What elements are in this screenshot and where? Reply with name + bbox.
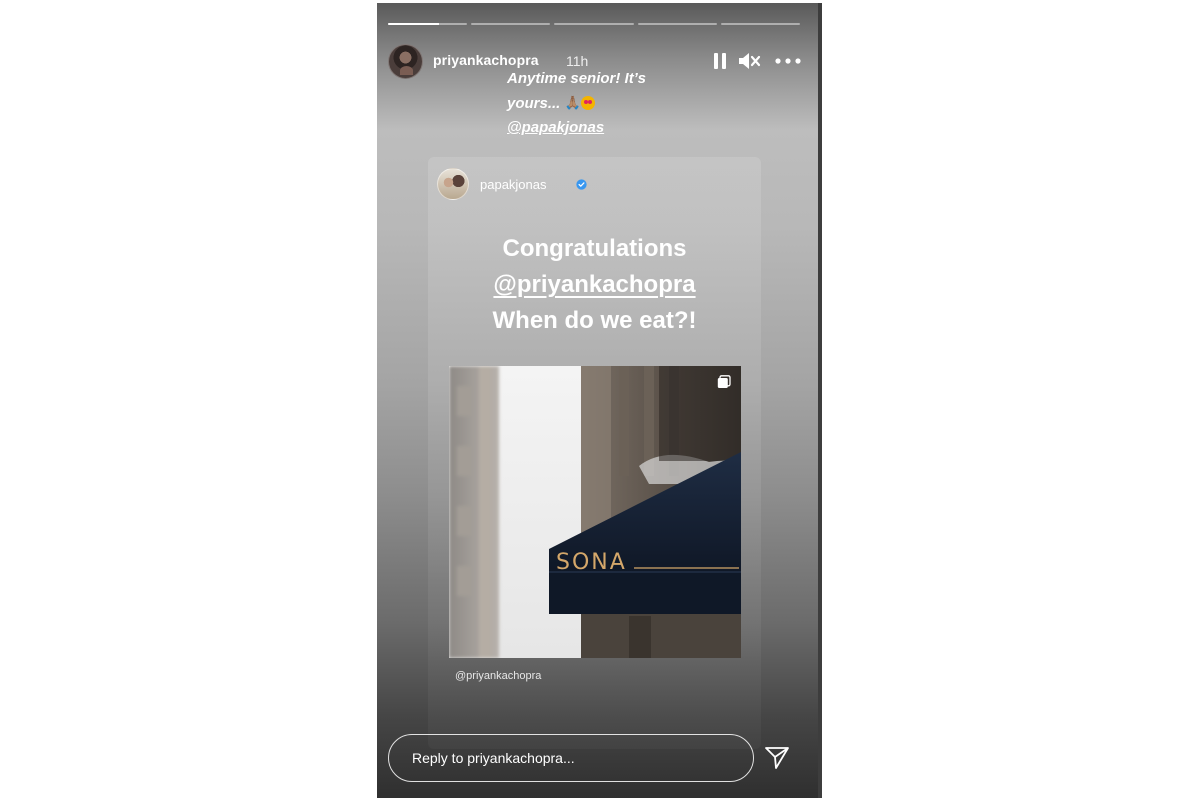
story-author-avatar[interactable]: [388, 44, 423, 79]
reshared-author-avatar[interactable]: [437, 168, 469, 200]
caption-line-2-text: yours...: [507, 95, 561, 112]
caption-line-2: yours... 🙏🏽: [507, 91, 646, 116]
story-author-username[interactable]: priyankachopra: [433, 52, 539, 68]
speaker-muted-icon[interactable]: [737, 50, 761, 72]
story-edge: [818, 3, 822, 798]
send-icon[interactable]: [764, 746, 790, 770]
reshared-text-mention-row: @priyankachopra: [428, 267, 761, 303]
progress-segment: [554, 23, 634, 25]
reply-placeholder: Reply to priyankachopra...: [412, 750, 575, 766]
story-caption: Anytime senior! It’s yours... 🙏🏽 @papakj…: [507, 67, 646, 140]
folded-hands-emoji: 🙏🏽: [564, 95, 581, 110]
caption-line-1: Anytime senior! It’s: [507, 70, 646, 87]
verified-badge-icon: [576, 179, 587, 190]
page: priyankachopra 11h Anytime senior! It’s …: [0, 0, 1200, 800]
progress-segment: [720, 23, 801, 25]
heart-eyes-emoji-icon: [580, 96, 595, 110]
reshared-post-card[interactable]: papakjonas Congratulations @priyankachop…: [428, 157, 761, 749]
reshared-author-username[interactable]: papakjonas: [480, 177, 547, 192]
reshared-text-line-1: Congratulations: [502, 235, 687, 262]
progress-segment: [388, 23, 468, 25]
story-viewer[interactable]: priyankachopra 11h Anytime senior! It’s …: [377, 3, 822, 798]
sona-sign-text: SONA: [556, 550, 627, 575]
progress-segment: [471, 23, 551, 25]
multiple-images-icon: [717, 375, 731, 388]
reshared-post-image[interactable]: SONA: [449, 366, 741, 658]
reshared-post-text: Congratulations @priyankachopra When do …: [428, 231, 761, 339]
story-progress-bar: [388, 23, 801, 26]
reshared-post-header: papakjonas: [437, 168, 747, 204]
caption-mention-link[interactable]: @papakjonas: [507, 116, 646, 140]
pause-icon[interactable]: [713, 50, 727, 72]
reshared-post-caption[interactable]: @priyankachopra: [455, 670, 541, 682]
reshared-text-line-3: When do we eat?!: [492, 307, 697, 334]
more-options-icon[interactable]: [775, 50, 801, 72]
progress-segment: [637, 23, 717, 25]
progress-fill: [388, 23, 439, 25]
reply-input[interactable]: Reply to priyankachopra...: [388, 734, 754, 782]
reshared-text-mention[interactable]: @priyankachopra: [493, 271, 695, 298]
